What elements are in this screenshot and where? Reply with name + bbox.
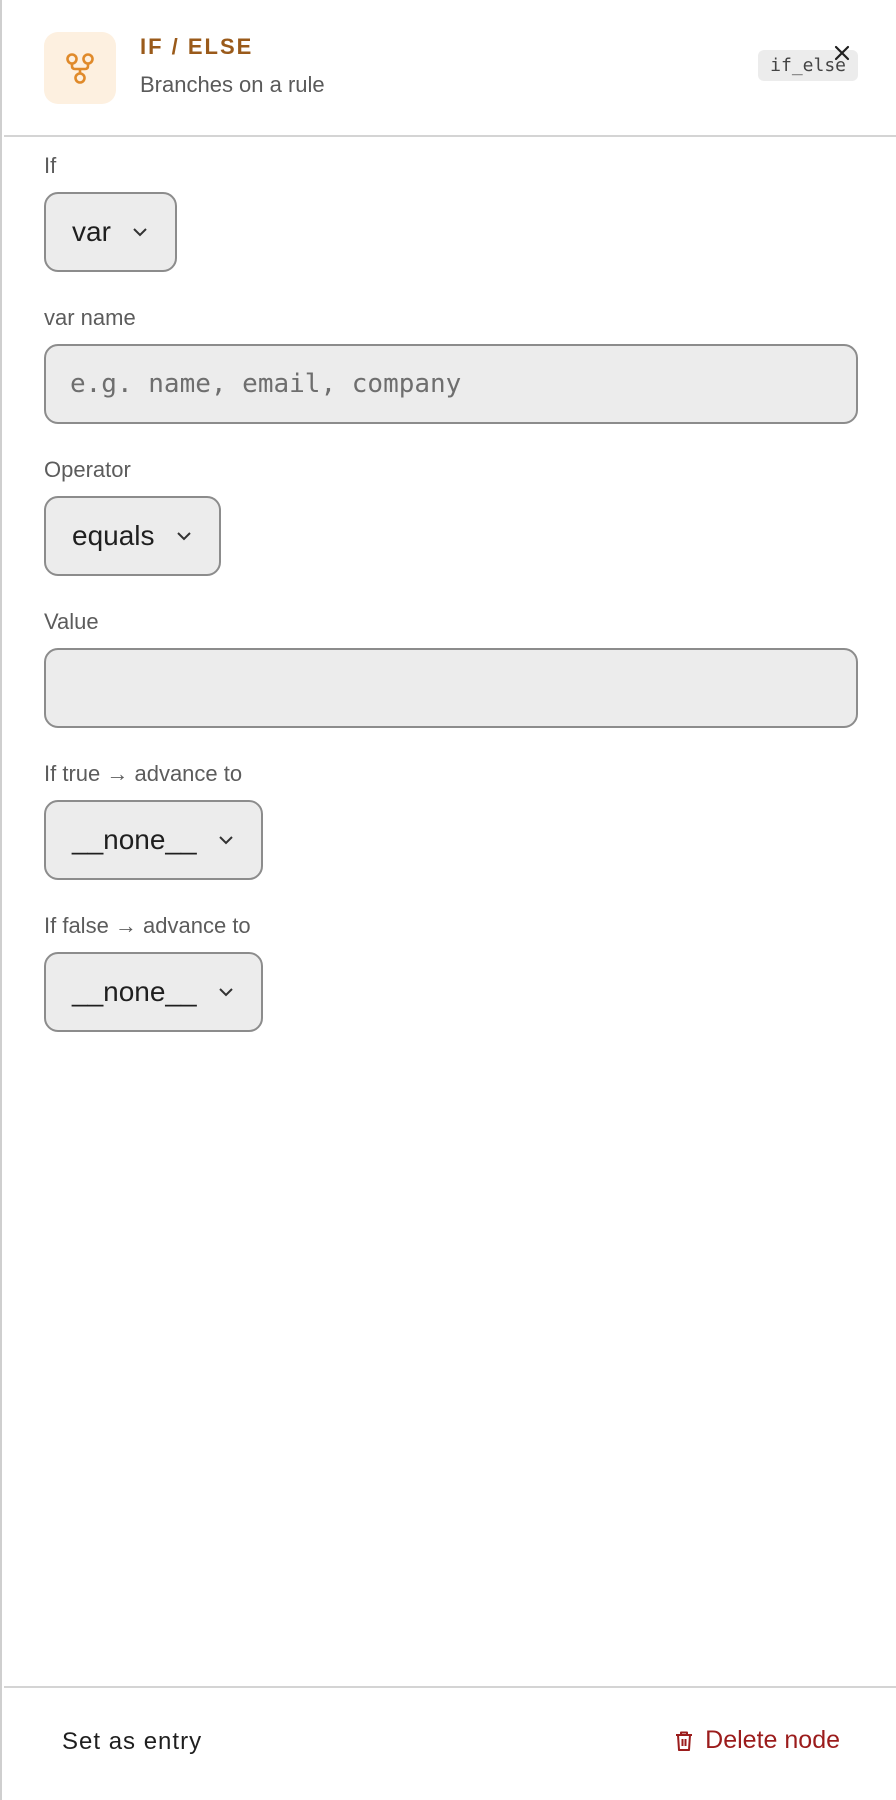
- panel-footer: Set as entry Delete node: [4, 1686, 896, 1800]
- node-icon-badge: [44, 32, 116, 104]
- operator-select-value: equals: [72, 520, 155, 551]
- node-type-title: IF / ELSE: [140, 34, 254, 59]
- node-inspector-panel: IF / ELSE Branches on a rule if_else If …: [0, 0, 896, 1800]
- chevron-down-icon: [131, 226, 149, 238]
- operator-select[interactable]: equals: [44, 496, 221, 576]
- if-true-label: If true → advance to: [44, 761, 243, 786]
- if-true-target-value: __none__: [72, 824, 197, 855]
- value-input[interactable]: [44, 648, 858, 728]
- panel-header: IF / ELSE Branches on a rule if_else: [4, 0, 896, 137]
- set-as-entry-button[interactable]: Set as entry: [62, 1728, 202, 1756]
- node-config-form: If var var name Operator equals Value If…: [44, 150, 858, 1062]
- close-icon: [834, 45, 850, 61]
- branch-icon: [66, 53, 94, 84]
- value-label: Value: [44, 609, 99, 634]
- chevron-down-icon: [175, 530, 193, 542]
- if-select-value: var: [72, 216, 111, 247]
- trash-icon: [676, 1731, 693, 1751]
- operator-label: Operator: [44, 457, 131, 482]
- if-false-target-value: __none__: [72, 976, 197, 1007]
- var-name-input[interactable]: [44, 344, 858, 424]
- delete-node-button[interactable]: Delete node: [673, 1726, 840, 1755]
- chevron-down-icon: [217, 986, 235, 998]
- delete-node-label: Delete node: [705, 1726, 840, 1754]
- chevron-down-icon: [217, 834, 235, 846]
- if-false-label: If false → advance to: [44, 913, 251, 938]
- if-label: If: [44, 153, 57, 178]
- node-description: Branches on a rule: [140, 72, 325, 97]
- close-button[interactable]: [831, 42, 853, 64]
- if-false-target-select[interactable]: __none__: [44, 952, 263, 1032]
- var-name-label: var name: [44, 305, 136, 330]
- if-select[interactable]: var: [44, 192, 177, 272]
- if-true-target-select[interactable]: __none__: [44, 800, 263, 880]
